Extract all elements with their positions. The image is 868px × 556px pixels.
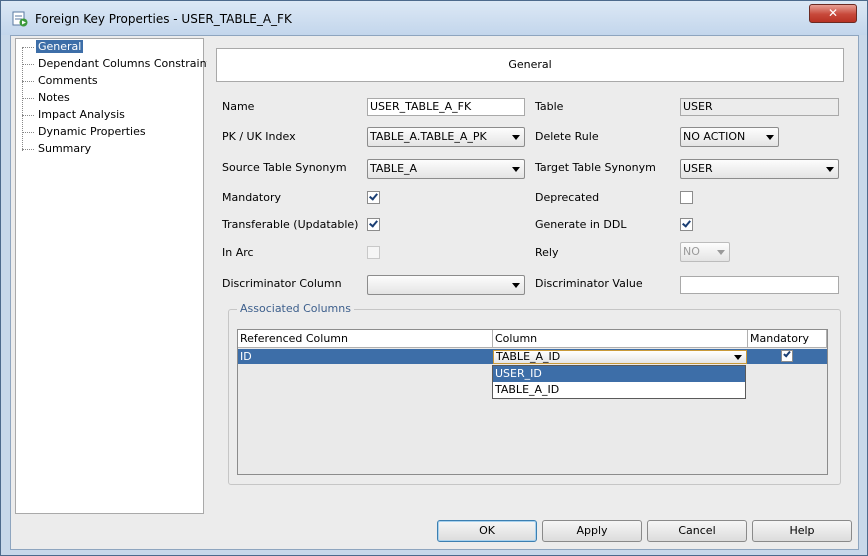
row-mandatory-checkbox[interactable] (781, 349, 793, 362)
tree-item-summary[interactable]: Summary (22, 141, 93, 157)
discriminator-column-label: Discriminator Column (222, 277, 342, 290)
mandatory-checkbox[interactable] (367, 191, 380, 204)
pk-uk-index-value: TABLE_A.TABLE_A_PK (370, 130, 487, 143)
rely-label: Rely (535, 246, 559, 259)
dialog-body: General Dependant Columns Constraint Com… (10, 35, 859, 550)
column-header-referenced[interactable]: Referenced Column (238, 330, 493, 348)
dialog-window: Foreign Key Properties - USER_TABLE_A_FK… (0, 0, 868, 556)
mandatory-label: Mandatory (222, 191, 282, 204)
delete-rule-label: Delete Rule (535, 130, 599, 143)
chevron-down-icon (512, 283, 520, 288)
column-dropdown-list: USER_ID TABLE_A_ID (492, 365, 746, 399)
pk-uk-index-select[interactable]: TABLE_A.TABLE_A_PK (367, 127, 525, 147)
tree-item-label: Comments (38, 74, 98, 87)
chevron-down-icon (734, 355, 742, 360)
help-button[interactable]: Help (752, 520, 852, 542)
table-field: USER (680, 98, 839, 116)
deprecated-label: Deprecated (535, 191, 600, 204)
generate-ddl-checkbox[interactable] (680, 218, 693, 231)
tree-item-dependant-columns[interactable]: Dependant Columns Constraint (22, 56, 213, 72)
close-button[interactable]: ✕ (809, 4, 857, 23)
tree-item-comments[interactable]: Comments (22, 73, 100, 89)
check-icon (369, 191, 378, 201)
chevron-down-icon (826, 167, 834, 172)
tree-item-label: Dynamic Properties (38, 125, 146, 138)
rely-select: NO (680, 242, 730, 262)
column-header-column[interactable]: Column (493, 330, 748, 348)
tree-item-label: Notes (38, 91, 70, 104)
chevron-down-icon (766, 135, 774, 140)
target-synonym-label: Target Table Synonym (535, 161, 656, 174)
associated-columns-title: Associated Columns (237, 302, 354, 316)
discriminator-value-label: Discriminator Value (535, 277, 643, 290)
chevron-down-icon (512, 167, 520, 172)
chevron-down-icon (717, 250, 725, 255)
panel-header: General (216, 48, 844, 82)
pk-uk-index-label: PK / UK Index (222, 130, 296, 143)
check-icon (682, 218, 691, 228)
cancel-button[interactable]: Cancel (647, 520, 747, 542)
title-bar[interactable]: Foreign Key Properties - USER_TABLE_A_FK… (1, 1, 867, 35)
table-row[interactable]: ID TABLE_A_ID (238, 349, 827, 364)
close-icon: ✕ (827, 6, 839, 20)
name-label: Name (222, 100, 255, 113)
discriminator-column-select[interactable] (367, 275, 525, 295)
deprecated-checkbox[interactable] (680, 191, 693, 204)
name-field[interactable]: USER_TABLE_A_FK (367, 98, 525, 116)
associated-columns-table: Referenced Column Column Mandatory ID TA… (237, 329, 828, 475)
column-header-mandatory[interactable]: Mandatory (748, 330, 827, 348)
source-synonym-select[interactable]: TABLE_A (367, 159, 525, 179)
foreign-key-icon (12, 11, 28, 27)
column-cell-value: TABLE_A_ID (496, 350, 561, 363)
dropdown-option-table-a-id[interactable]: TABLE_A_ID (493, 382, 745, 398)
tree-item-dynamic-properties[interactable]: Dynamic Properties (22, 124, 148, 140)
transferable-checkbox[interactable] (367, 218, 380, 231)
check-icon (369, 218, 378, 228)
tree-item-notes[interactable]: Notes (22, 90, 72, 106)
in-arc-checkbox (367, 246, 380, 259)
column-cell-select[interactable]: TABLE_A_ID (493, 350, 747, 364)
table-label: Table (535, 100, 564, 113)
tree-item-label: Summary (38, 142, 92, 155)
tree-item-label: Dependant Columns Constraint (38, 57, 211, 70)
check-icon (783, 349, 791, 358)
delete-rule-select[interactable]: NO ACTION (680, 127, 779, 147)
dropdown-option-user-id[interactable]: USER_ID (493, 366, 745, 382)
window-title: Foreign Key Properties - USER_TABLE_A_FK (35, 12, 292, 26)
tree-item-label: General (36, 40, 84, 53)
apply-button[interactable]: Apply (542, 520, 642, 542)
nav-tree: General Dependant Columns Constraint Com… (15, 38, 211, 514)
source-synonym-label: Source Table Synonym (222, 161, 347, 174)
tree-item-general[interactable]: General (22, 39, 84, 55)
properties-panel: General Name USER_TABLE_A_FK Table USER … (207, 38, 852, 514)
ok-button[interactable]: OK (437, 520, 537, 542)
generate-ddl-label: Generate in DDL (535, 218, 627, 231)
rely-value: NO (683, 245, 700, 258)
delete-rule-value: NO ACTION (683, 130, 746, 143)
transferable-label: Transferable (Updatable) (222, 218, 359, 231)
tree-item-impact-analysis[interactable]: Impact Analysis (22, 107, 127, 123)
referenced-column-cell: ID (240, 350, 252, 363)
tree-item-label: Impact Analysis (38, 108, 125, 121)
discriminator-value-field[interactable] (680, 276, 839, 294)
target-synonym-select[interactable]: USER (680, 159, 839, 179)
chevron-down-icon (512, 135, 520, 140)
in-arc-label: In Arc (222, 246, 254, 259)
target-synonym-value: USER (683, 162, 713, 175)
source-synonym-value: TABLE_A (370, 162, 418, 175)
